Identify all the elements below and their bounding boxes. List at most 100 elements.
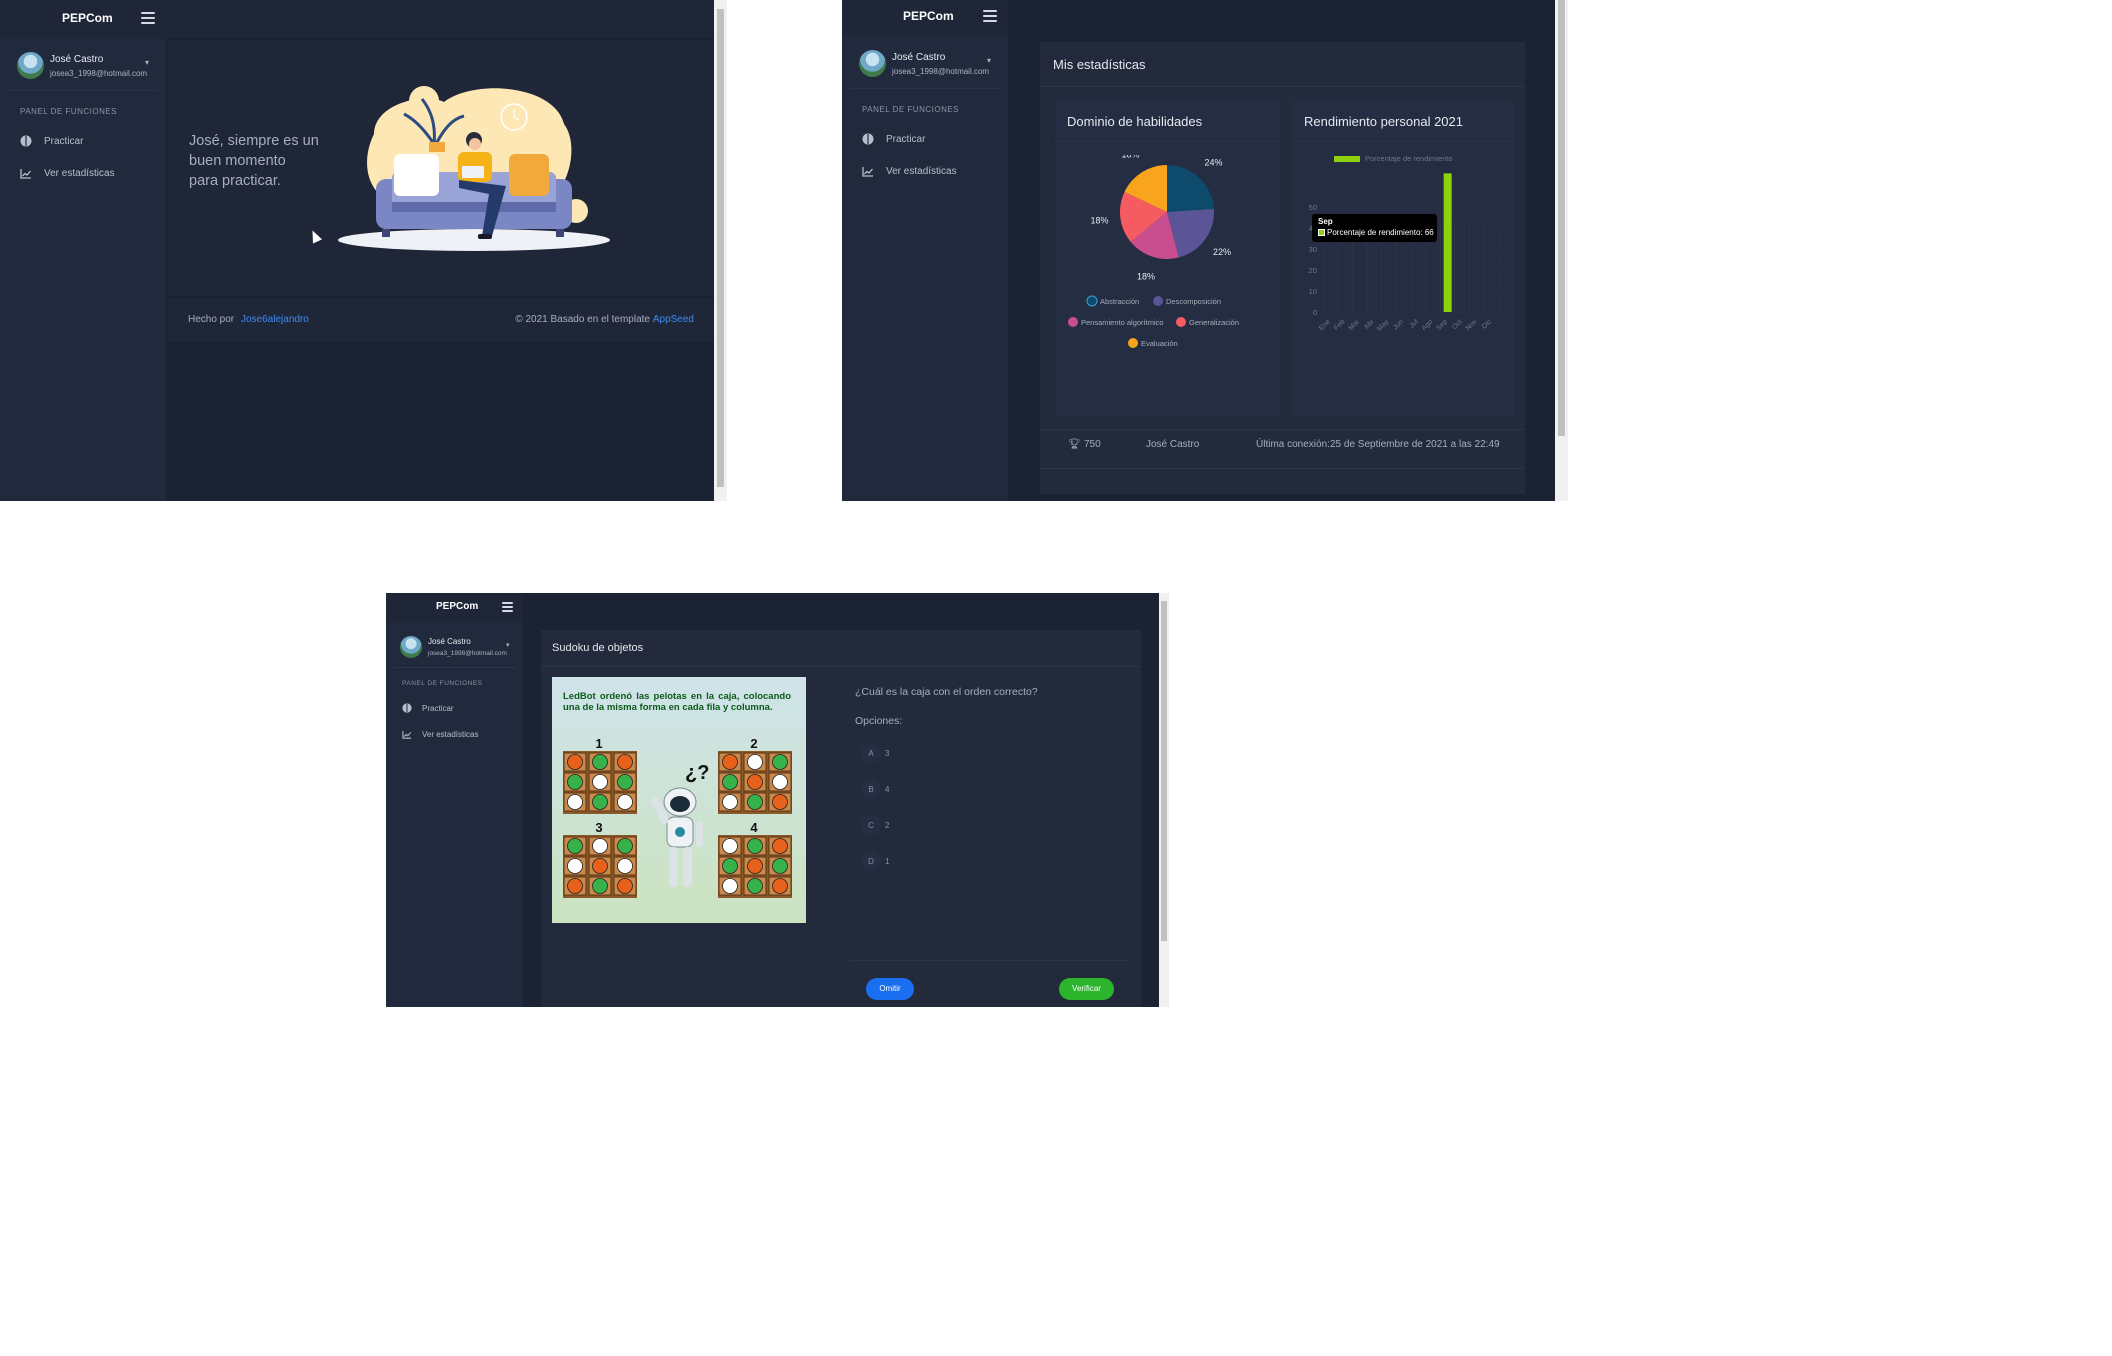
- sidebar: José Castro josea3_1998@hotmail.com ▾ PA…: [0, 38, 166, 501]
- scrollbar-thumb[interactable]: [1161, 601, 1167, 941]
- sidebar-item-estadisticas[interactable]: Ver estadísticas: [402, 730, 478, 739]
- avatar: [859, 50, 886, 77]
- scrollbar-thumb[interactable]: [1558, 0, 1565, 436]
- basketball-icon: [617, 878, 633, 894]
- legend-label[interactable]: Evaluación: [1141, 339, 1178, 348]
- topbar: [523, 593, 1169, 622]
- option-d[interactable]: D1: [861, 851, 889, 871]
- sidebar-item-practicar[interactable]: Practicar: [862, 133, 925, 145]
- question-text: ¿Cuál es la caja con el orden correcto?: [855, 686, 1038, 698]
- grid-number: 3: [595, 820, 602, 835]
- user-profile[interactable]: José Castro josea3_1998@hotmail.com: [17, 52, 147, 79]
- tennis-ball-icon: [747, 878, 763, 894]
- legend-swatch: [1334, 156, 1360, 162]
- option-letter[interactable]: D: [861, 851, 881, 871]
- x-tick-label: Dic: [1481, 318, 1493, 330]
- option-value: 1: [885, 856, 890, 866]
- pie-data-label: 18%: [1091, 216, 1109, 226]
- verify-button[interactable]: Verificar: [1059, 978, 1114, 1000]
- x-tick-label: Ago: [1421, 318, 1435, 332]
- chevron-down-icon[interactable]: ▾: [987, 56, 991, 65]
- footer-copyright: © 2021 Basado en el template: [515, 314, 650, 325]
- brain-icon: [402, 703, 412, 713]
- basketball-icon: [772, 794, 788, 810]
- tennis-ball-icon: [747, 838, 763, 854]
- skip-button[interactable]: Omitir: [866, 978, 914, 1000]
- chevron-down-icon[interactable]: ▾: [145, 58, 149, 67]
- user-profile[interactable]: José Castro josea3_1998@hotmail.com: [859, 50, 989, 77]
- tennis-ball-icon: [747, 794, 763, 810]
- menu-toggle-button[interactable]: [502, 602, 513, 612]
- option-b[interactable]: B4: [861, 779, 889, 799]
- bar[interactable]: [1443, 173, 1452, 312]
- footer-author-link[interactable]: Jose6alejandro: [241, 314, 309, 325]
- tennis-ball-icon: [567, 774, 583, 790]
- option-c[interactable]: C2: [861, 815, 889, 835]
- scrollbar-thumb[interactable]: [717, 9, 724, 487]
- option-letter[interactable]: C: [861, 815, 881, 835]
- basketball-icon: [747, 774, 763, 790]
- brand-logo[interactable]: PEPCom: [436, 601, 478, 612]
- tennis-ball-icon: [592, 754, 608, 770]
- bar-chart: 01020304050EneFebMarAbrMayJunJulAgoSepOc…: [1309, 156, 1500, 333]
- footer: Hecho por Jose6alejandro © 2021 Basado e…: [168, 298, 714, 342]
- soccer-ball-icon: [722, 878, 738, 894]
- avatar: [400, 636, 422, 658]
- tennis-ball-icon: [617, 838, 633, 854]
- chart-line-icon: [402, 730, 412, 739]
- legend-label[interactable]: Pensamiento algorítmico: [1081, 318, 1164, 327]
- user-profile[interactable]: José Castro josea3_1998@hotmail.com: [400, 636, 507, 658]
- option-value: 3: [885, 748, 890, 758]
- soccer-ball-icon: [592, 838, 608, 854]
- pie-slice[interactable]: [1167, 165, 1214, 212]
- sidebar-item-practicar[interactable]: Practicar: [402, 703, 454, 713]
- user-email: josea3_1998@hotmail.com: [892, 66, 990, 76]
- menu-toggle-button[interactable]: [141, 12, 155, 24]
- menu-toggle-button[interactable]: [983, 10, 997, 22]
- tennis-ball-icon: [567, 838, 583, 854]
- legend-swatch: [1176, 317, 1186, 327]
- legend-label[interactable]: Abstracción: [1100, 297, 1139, 306]
- last-login-value: 25 de Septiembre de 2021 a las 22:49: [1330, 439, 1500, 450]
- basketball-icon: [567, 878, 583, 894]
- option-a[interactable]: A3: [861, 743, 889, 763]
- chart-tooltip: Sep Porcentaje de rendimiento: 66: [1312, 214, 1437, 242]
- chart-line-icon: [20, 169, 31, 179]
- panel-title: PANEL DE FUNCIONES: [402, 680, 483, 687]
- x-tick-label: Ene: [1318, 318, 1332, 332]
- brand-logo[interactable]: PEPCom: [903, 9, 954, 23]
- basketball-icon: [567, 754, 583, 770]
- greeting-card: José, siempre es un buen momento para pr…: [168, 40, 714, 296]
- brain-icon: [20, 135, 32, 147]
- pie-data-label: 24%: [1205, 157, 1223, 167]
- trophy-icon: 🏆︎: [1068, 439, 1081, 450]
- avatar: [17, 52, 44, 79]
- x-tick-label: Abr: [1363, 318, 1376, 331]
- basketball-icon: [772, 878, 788, 894]
- brand-logo[interactable]: PEPCom: [62, 11, 113, 25]
- x-tick-label: Sep: [1435, 318, 1449, 332]
- chevron-down-icon[interactable]: ▾: [506, 641, 510, 649]
- options-label: Opciones:: [855, 715, 903, 727]
- legend-label[interactable]: Descomposición: [1166, 297, 1221, 306]
- footer-template-link[interactable]: AppSeed: [653, 314, 694, 325]
- soccer-ball-icon: [592, 774, 608, 790]
- greeting-text: José, siempre es un buen momento para pr…: [189, 133, 319, 189]
- y-tick-label: 0: [1313, 308, 1317, 317]
- stats-window: PEPCom José Castro josea3_1998@hotmail.c…: [842, 0, 1568, 501]
- sidebar-item-label: Ver estadísticas: [886, 166, 957, 177]
- soccer-ball-icon: [617, 858, 633, 874]
- option-letter[interactable]: A: [861, 743, 881, 763]
- option-letter[interactable]: B: [861, 779, 881, 799]
- sidebar-item-estadisticas[interactable]: Ver estadísticas: [862, 166, 957, 177]
- tennis-ball-icon: [722, 774, 738, 790]
- sudoku-grids: 1 2 3 4 ¿?: [563, 736, 792, 898]
- legend-label[interactable]: Generalización: [1189, 318, 1239, 327]
- sidebar-item-estadisticas[interactable]: Ver estadísticas: [20, 168, 115, 179]
- basketball-icon: [617, 754, 633, 770]
- pie-data-label: 18%: [1137, 272, 1155, 282]
- legend-swatch: [1086, 295, 1098, 307]
- sidebar-item-practicar[interactable]: Practicar: [20, 135, 83, 147]
- sidebar-item-label: Practicar: [422, 703, 454, 713]
- legend-label[interactable]: Porcentaje de rendimiento: [1365, 156, 1453, 163]
